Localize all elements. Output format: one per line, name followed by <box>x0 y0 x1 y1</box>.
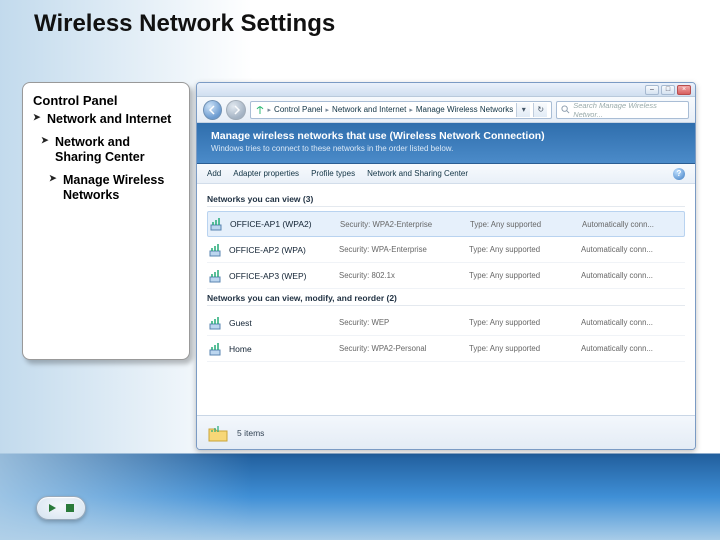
status-text: 5 items <box>237 428 264 438</box>
section-view-label: Networks you can view (3) <box>207 194 685 207</box>
page-header: Manage wireless networks that use (Wirel… <box>197 123 695 164</box>
slide-nav <box>36 496 86 520</box>
panel-heading: Control Panel <box>33 93 179 108</box>
network-row[interactable]: OFFICE-AP3 (WEP) Security: 802.1x Type: … <box>207 263 685 289</box>
network-name: Guest <box>229 318 339 328</box>
separator-icon: ▸ <box>409 106 413 114</box>
forward-button[interactable] <box>226 100 245 120</box>
network-security: Security: WPA2-Personal <box>339 344 469 353</box>
crumb-level-2: Network and Sharing Center <box>41 135 179 165</box>
network-security: Security: WPA-Enterprise <box>339 245 469 254</box>
toolbar: Add Adapter properties Profile types Net… <box>197 164 695 184</box>
status-bar: 5 items <box>197 415 695 449</box>
network-conn: Automatically conn... <box>581 318 685 327</box>
network-row[interactable]: Home Security: WPA2-Personal Type: Any s… <box>207 336 685 362</box>
crumb[interactable]: Network and Internet <box>332 105 406 114</box>
play-icon <box>46 502 58 514</box>
network-name: Home <box>229 344 339 354</box>
back-button[interactable] <box>203 100 222 120</box>
minimize-button[interactable]: – <box>645 85 659 95</box>
slide-title: Wireless Network Settings <box>34 10 335 38</box>
explorer-window: – □ × ▸ Control Panel ▸ Network and Inte… <box>196 82 696 450</box>
crumb-level-3: Manage Wireless Networks <box>49 173 179 203</box>
network-type: Type: Any supported <box>469 245 581 254</box>
nav-bar: ▸ Control Panel ▸ Network and Internet ▸… <box>197 97 695 123</box>
slide-next-button[interactable] <box>45 501 59 515</box>
stop-icon <box>65 503 75 513</box>
crumb[interactable]: Control Panel <box>274 105 322 114</box>
crumb[interactable]: Manage Wireless Networks <box>416 105 513 114</box>
arrow-right-icon <box>231 105 241 115</box>
network-name: OFFICE-AP2 (WPA) <box>229 245 339 255</box>
help-icon[interactable]: ? <box>673 168 685 180</box>
folder-icon <box>207 422 229 444</box>
section-modify-label: Networks you can view, modify, and reord… <box>207 293 685 306</box>
network-name: OFFICE-AP3 (WEP) <box>229 271 339 281</box>
crumb-level-1: Network and Internet <box>33 112 179 127</box>
network-conn: Automatically conn... <box>581 344 685 353</box>
refresh-button[interactable]: ↻ <box>533 103 547 117</box>
maximize-button[interactable]: □ <box>661 85 675 95</box>
network-security: Security: WEP <box>339 318 469 327</box>
slide: Wireless Network Settings Control Panel … <box>0 0 720 540</box>
network-type: Type: Any supported <box>469 344 581 353</box>
network-icon <box>207 241 225 259</box>
network-security: Security: WPA2-Enterprise <box>340 220 470 229</box>
network-type: Type: Any supported <box>469 318 581 327</box>
slide-stop-button[interactable] <box>63 501 77 515</box>
toolbar-add[interactable]: Add <box>207 169 221 178</box>
content-area: Networks you can view (3) OFFICE-AP1 (WP… <box>197 184 695 362</box>
network-conn: Automatically conn... <box>581 271 685 280</box>
breadcrumb-panel: Control Panel Network and Internet Netwo… <box>22 82 190 360</box>
arrow-left-icon <box>208 105 218 115</box>
search-input[interactable]: Search Manage Wireless Networ... <box>556 101 689 119</box>
network-type: Type: Any supported <box>470 220 582 229</box>
network-row[interactable]: Guest Security: WEP Type: Any supported … <box>207 310 685 336</box>
search-placeholder: Search Manage Wireless Networ... <box>573 101 684 119</box>
window-titlebar: – □ × <box>197 83 695 97</box>
network-icon <box>207 314 225 332</box>
network-name: OFFICE-AP1 (WPA2) <box>230 219 340 229</box>
network-conn: Automatically conn... <box>581 245 685 254</box>
network-row[interactable]: OFFICE-AP1 (WPA2) Security: WPA2-Enterpr… <box>207 211 685 237</box>
page-title: Manage wireless networks that use (Wirel… <box>211 130 681 142</box>
separator-icon: ▸ <box>268 106 272 114</box>
network-type: Type: Any supported <box>469 271 581 280</box>
toolbar-adapter[interactable]: Adapter properties <box>233 169 299 178</box>
network-icon <box>207 340 225 358</box>
network-icon <box>207 267 225 285</box>
address-bar[interactable]: ▸ Control Panel ▸ Network and Internet ▸… <box>250 101 553 119</box>
toolbar-center[interactable]: Network and Sharing Center <box>367 169 468 178</box>
close-button[interactable]: × <box>677 85 691 95</box>
network-icon <box>208 215 226 233</box>
antenna-icon <box>255 105 265 115</box>
network-security: Security: 802.1x <box>339 271 469 280</box>
separator-icon: ▸ <box>326 106 330 114</box>
dropdown-button[interactable]: ▾ <box>516 103 530 117</box>
network-conn: Automatically conn... <box>582 220 684 229</box>
search-icon <box>561 105 570 114</box>
network-row[interactable]: OFFICE-AP2 (WPA) Security: WPA-Enterpris… <box>207 237 685 263</box>
toolbar-profile[interactable]: Profile types <box>311 169 355 178</box>
page-subtitle: Windows tries to connect to these networ… <box>211 144 681 153</box>
